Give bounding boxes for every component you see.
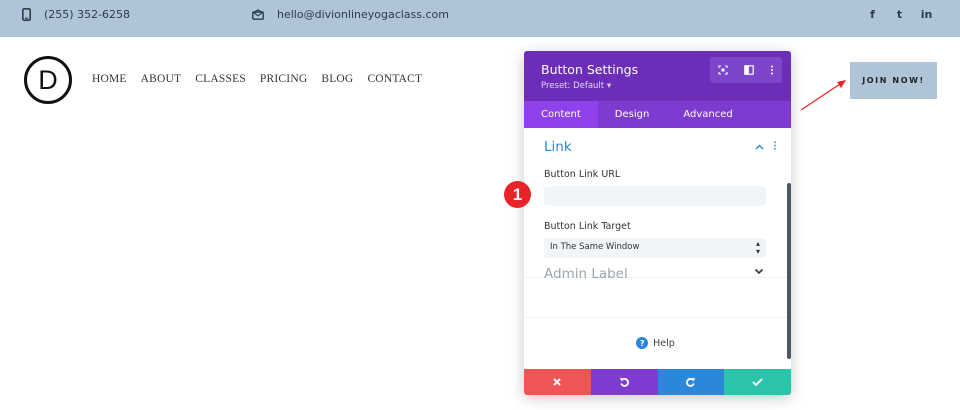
email-address: hello@divionlineyogaclass.com	[277, 7, 449, 21]
check-icon	[752, 378, 763, 386]
close-icon	[553, 378, 562, 386]
tab-content[interactable]: Content	[524, 101, 598, 128]
undo-button[interactable]	[590, 369, 658, 395]
phone-number: (255) 352-6258	[44, 7, 131, 21]
button-link-url-input[interactable]	[544, 186, 766, 206]
columns-icon[interactable]	[744, 65, 754, 75]
site-logo[interactable]: D	[24, 56, 72, 104]
nav-item-contact[interactable]: CONTACT	[367, 73, 422, 85]
social-links: f t in	[859, 0, 940, 28]
focus-icon[interactable]	[718, 65, 728, 75]
panel-tabs: Content Design Advanced	[524, 101, 791, 128]
section-divider	[524, 317, 787, 318]
annotation-arrow	[800, 80, 846, 111]
panel-scrollbar[interactable]	[787, 183, 791, 359]
email-contact[interactable]: hello@divionlineyogaclass.com	[252, 0, 449, 28]
nav-item-home[interactable]: HOME	[92, 73, 127, 85]
admin-label-section-title[interactable]: Admin Label	[544, 266, 628, 282]
url-field-label: Button Link URL	[544, 169, 621, 180]
target-selected-value: In The Same Window	[550, 242, 640, 252]
help-icon: ?	[636, 337, 649, 349]
button-settings-panel: Button Settings Preset: Default ▾ Conten…	[524, 51, 791, 395]
tab-design[interactable]: Design	[598, 101, 667, 128]
envelope-icon	[252, 8, 264, 20]
save-button[interactable]	[724, 369, 791, 395]
panel-title: Button Settings	[541, 62, 639, 77]
chevron-down-icon[interactable]	[754, 268, 764, 275]
header-icon-group	[710, 57, 782, 83]
logo-letter: D	[38, 64, 58, 95]
nav-item-classes[interactable]: CLASSES	[195, 73, 246, 85]
nav-item-about[interactable]: ABOUT	[141, 73, 182, 85]
twitter-icon[interactable]: t	[886, 8, 913, 21]
more-vertical-icon[interactable]	[770, 65, 774, 75]
link-section-controls	[755, 141, 777, 153]
phone-icon	[22, 7, 31, 21]
facebook-icon[interactable]: f	[859, 8, 886, 21]
panel-body: Link Button Link URL Button Link Target …	[524, 128, 791, 369]
help-label: Help	[653, 337, 675, 349]
button-link-target-select[interactable]: In The Same Window ▴ ▾	[544, 238, 766, 258]
chevron-up-icon[interactable]	[755, 144, 764, 150]
select-arrows-icon: ▴ ▾	[755, 239, 760, 256]
nav-item-blog[interactable]: BLOG	[321, 73, 353, 85]
more-vertical-icon[interactable]	[773, 141, 777, 150]
help-link[interactable]: ? Help	[524, 337, 787, 349]
phone-contact[interactable]: (255) 352-6258	[22, 0, 130, 28]
tab-advanced[interactable]: Advanced	[666, 101, 749, 128]
nav-item-pricing[interactable]: PRICING	[260, 73, 307, 85]
panel-header[interactable]: Button Settings Preset: Default ▾	[524, 51, 791, 101]
discard-button[interactable]	[524, 369, 591, 395]
step-badge: 1	[504, 181, 531, 208]
undo-icon	[619, 378, 629, 387]
linkedin-icon[interactable]: in	[913, 8, 940, 21]
join-now-button[interactable]: JOIN NOW!	[850, 62, 937, 99]
redo-icon	[686, 378, 696, 387]
target-field-label: Button Link Target	[544, 221, 631, 232]
main-nav: HOME ABOUT CLASSES PRICING BLOG CONTACT	[92, 73, 436, 85]
preset-selector[interactable]: Preset: Default ▾	[541, 81, 611, 91]
top-bar: (255) 352-6258 hello@divionlineyogaclass…	[0, 0, 960, 37]
panel-footer	[524, 369, 791, 395]
redo-button[interactable]	[657, 369, 725, 395]
link-section-title[interactable]: Link	[544, 139, 572, 155]
